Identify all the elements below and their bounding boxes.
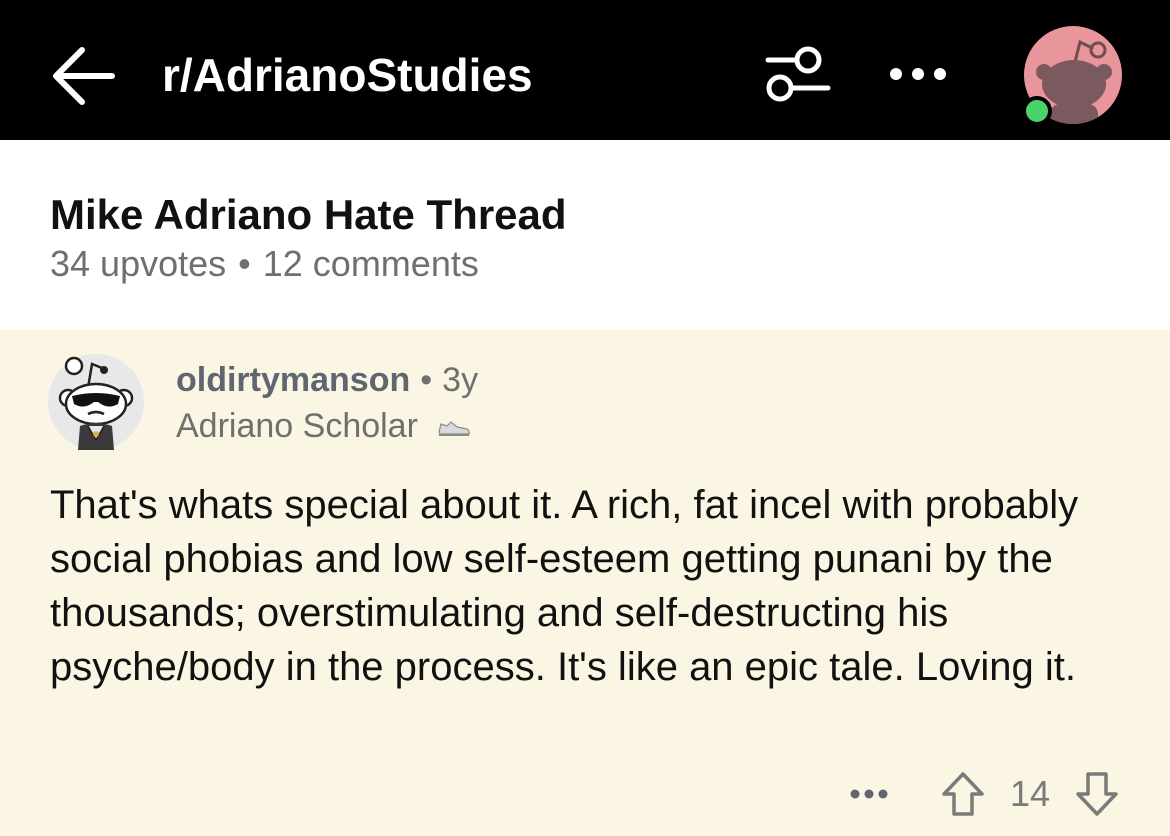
upvote-count: 34 upvotes xyxy=(50,243,227,284)
comment: oldirtymanson • 3y Adriano Scholar That's … xyxy=(0,330,1170,836)
comment-count: 12 comments xyxy=(262,243,479,284)
online-status-indicator xyxy=(1022,96,1052,126)
ellipsis-icon[interactable] xyxy=(884,52,952,96)
user-flair: Adriano Scholar xyxy=(176,406,471,446)
snoo-sunglasses-avatar-icon xyxy=(48,354,144,450)
comment-username[interactable]: oldirtymanson xyxy=(176,361,410,399)
post-header: Mike Adriano Hate Thread 34 upvotes • 12 c… xyxy=(0,140,1170,330)
comment-actions: 14 xyxy=(0,768,1170,820)
comment-separator: • xyxy=(420,361,433,399)
sneaker-icon xyxy=(438,421,471,437)
downvote-arrow-icon[interactable] xyxy=(1074,770,1120,818)
meta-separator: • xyxy=(238,243,251,284)
comment-score: 14 xyxy=(1010,773,1051,814)
commenter-avatar[interactable] xyxy=(48,354,144,450)
post-meta: 34 upvotes • 12 comments xyxy=(50,242,479,286)
comment-body: That's whats special about it. A rich, f… xyxy=(50,483,1079,689)
top-nav-bar: r/AdrianoStudies xyxy=(0,0,1170,140)
flair-text: Adriano Scholar xyxy=(176,407,418,445)
sort-filter-icon[interactable] xyxy=(764,44,832,106)
comment-age: 3y xyxy=(442,361,479,399)
post-title[interactable]: Mike Adriano Hate Thread xyxy=(50,190,567,240)
subreddit-title[interactable]: r/AdrianoStudies xyxy=(162,46,533,104)
upvote-arrow-icon[interactable] xyxy=(940,770,986,818)
comment-author-line: oldirtymanson • 3y xyxy=(176,360,478,400)
ellipsis-icon[interactable] xyxy=(846,776,892,812)
arrow-left-icon[interactable] xyxy=(46,42,118,110)
